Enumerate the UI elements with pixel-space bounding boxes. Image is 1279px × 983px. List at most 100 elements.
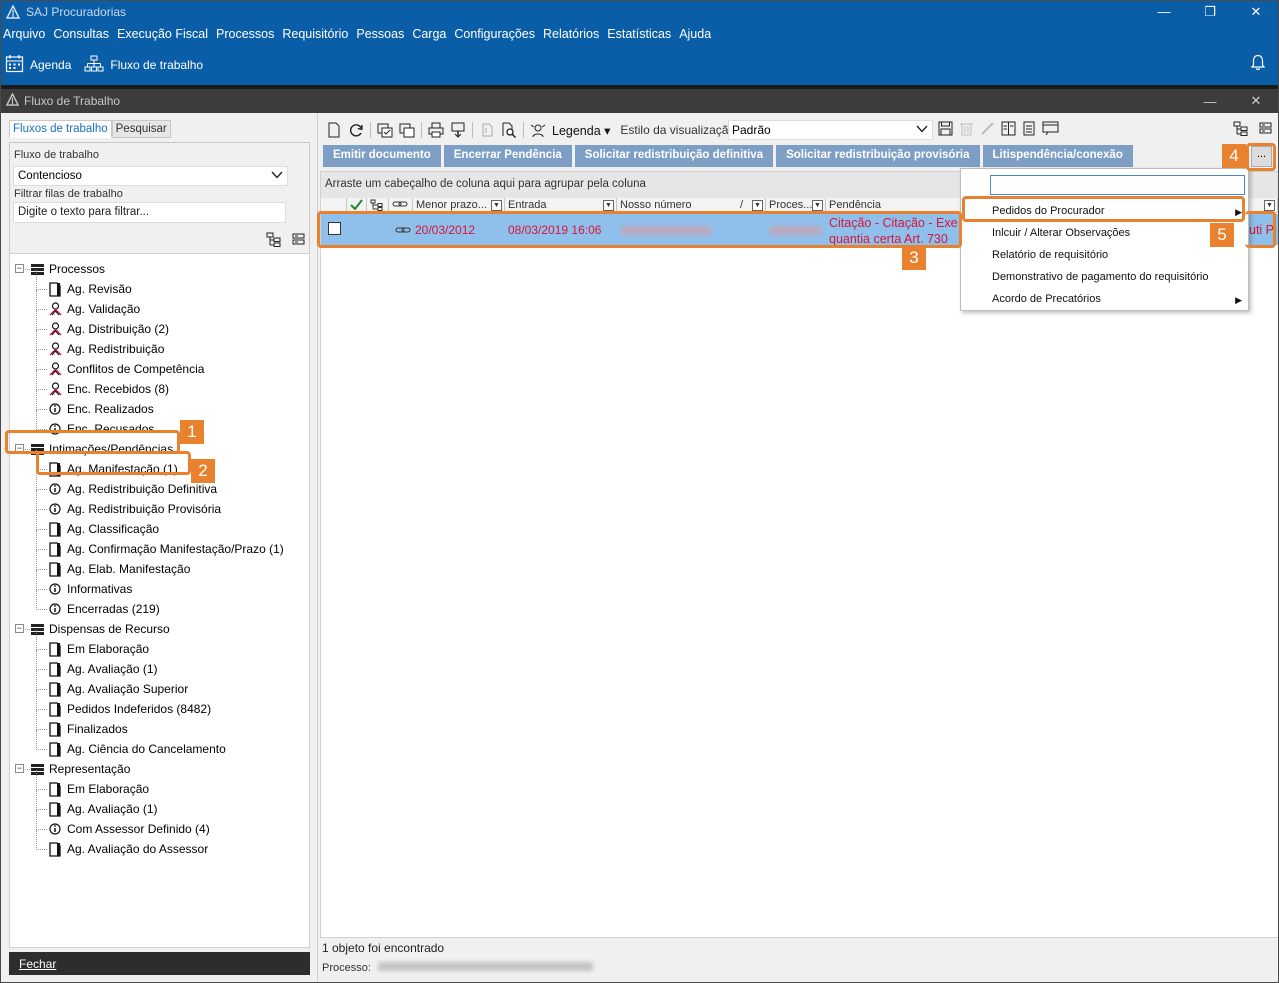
select-all-icon[interactable]: [377, 122, 393, 138]
action-bar: Emitir documento Encerrar Pendência Soli…: [320, 145, 1133, 167]
filter-dropdown-icon[interactable]: ▼: [491, 200, 502, 211]
litispendencia-button[interactable]: Litispendência/conexão: [982, 145, 1133, 167]
search-document-icon[interactable]: [501, 122, 517, 138]
expand-tree-icon[interactable]: [266, 232, 282, 250]
redistribuicao-definitiva-button[interactable]: Solicitar redistribuição definitiva: [574, 145, 774, 167]
columns-icon[interactable]: [1001, 121, 1016, 139]
new-document-icon[interactable]: [326, 122, 342, 138]
collapse-groups-icon[interactable]: [1259, 121, 1273, 139]
copy-icon[interactable]: [399, 122, 415, 138]
filter-dropdown-icon[interactable]: ▼: [1264, 200, 1275, 211]
tree-item[interactable]: Ag. Avaliação (1): [48, 800, 158, 818]
tree-item[interactable]: Ag. Avaliação (1): [48, 660, 158, 678]
menu-consultas[interactable]: Consultas: [49, 27, 113, 41]
tree-group-item[interactable]: Dispensas de Recurso: [30, 620, 170, 638]
fluxo-shortcut[interactable]: Fluxo de trabalho: [84, 55, 203, 76]
print-icon[interactable]: [428, 122, 444, 138]
tree-item[interactable]: Encerradas (219): [48, 600, 160, 618]
person-icon: [48, 322, 62, 336]
menu-pessoas[interactable]: Pessoas: [352, 27, 408, 41]
tab-fluxos-de-trabalho[interactable]: Fluxos de trabalho: [9, 120, 112, 138]
menor-prazo-header-label: Menor prazo...: [416, 199, 487, 211]
tree-item-label: Em Elaboração: [67, 642, 150, 656]
report-icon[interactable]: [1022, 121, 1036, 139]
tree-connector: [36, 670, 37, 690]
tree-item[interactable]: Pedidos Indeferidos (8482): [48, 700, 211, 718]
tree-item[interactable]: Ag. Avaliação Superior: [48, 680, 188, 698]
tree-item[interactable]: Em Elaboração: [48, 780, 149, 798]
tree-group-item[interactable]: Processos: [30, 260, 105, 278]
sort-indicator: /: [739, 199, 743, 211]
tree-item[interactable]: Finalizados: [48, 720, 128, 738]
tree-item-label: Ag. Distribuição (2): [67, 322, 170, 336]
tree-item[interactable]: Ag. Redistribuição: [48, 340, 164, 358]
tree-item[interactable]: Ag. Revisão: [48, 280, 132, 298]
legenda-dropdown[interactable]: Legenda ▾: [552, 123, 610, 138]
close-button[interactable]: ✕: [1233, 0, 1279, 23]
filter-input[interactable]: Digite o texto para filtrar...: [13, 202, 286, 223]
menu-processos[interactable]: Processos: [212, 27, 278, 41]
menu-item-acordo-precatorios[interactable]: Acordo de Precatórios: [992, 293, 1101, 305]
menu-ajuda[interactable]: Ajuda: [675, 27, 715, 41]
menu-relatorios[interactable]: Relatórios: [539, 27, 603, 41]
tree-connector: [36, 530, 37, 550]
window-minimize-button[interactable]: —: [1187, 89, 1233, 113]
tree-item[interactable]: Enc. Realizados: [48, 400, 154, 418]
collapse-toggle-icon[interactable]: −: [15, 764, 24, 773]
tree-item[interactable]: Em Elaboração: [48, 640, 149, 658]
fluxo-select[interactable]: Contencioso: [13, 166, 288, 186]
refresh-icon[interactable]: [348, 122, 364, 138]
menu-estatisticas[interactable]: Estatísticas: [603, 27, 675, 41]
menu-search-input[interactable]: [990, 175, 1245, 195]
tree-item[interactable]: Ag. Confirmação Manifestação/Prazo (1): [48, 540, 284, 558]
tree-item[interactable]: Ag. Distribuição (2): [48, 320, 169, 338]
layout-icon[interactable]: [1042, 121, 1059, 139]
tree-group-item[interactable]: Representação: [30, 760, 130, 778]
tree-item[interactable]: Enc. Recebidos (8): [48, 380, 169, 398]
agenda-shortcut[interactable]: Agenda: [5, 54, 71, 76]
list-icon: [30, 622, 44, 636]
tree-connector: [36, 669, 47, 670]
menu-item-relatorio-requisitorio[interactable]: Relatório de requisitório: [992, 249, 1108, 261]
tab-pesquisar[interactable]: Pesquisar: [111, 120, 171, 138]
filter-dropdown-icon[interactable]: ▼: [752, 200, 763, 211]
emitir-documento-button[interactable]: Emitir documento: [323, 145, 441, 167]
expand-groups-icon[interactable]: [1233, 121, 1249, 139]
save-icon[interactable]: [938, 121, 953, 139]
fechar-button[interactable]: Fechar: [9, 952, 310, 975]
menu-item-observacoes[interactable]: Inlcuir / Alterar Observações: [992, 227, 1130, 239]
menu-requisitorio[interactable]: Requisitório: [278, 27, 352, 41]
tree-item[interactable]: Conflitos de Competência: [48, 360, 204, 378]
legend-icon[interactable]: [530, 122, 546, 138]
restore-button[interactable]: ❐: [1187, 0, 1233, 23]
menu-arquivo[interactable]: Arquivo: [0, 27, 49, 41]
collapse-tree-icon[interactable]: [292, 232, 306, 250]
encerrar-pendencia-button[interactable]: Encerrar Pendência: [443, 145, 572, 167]
menu-carga[interactable]: Carga: [408, 27, 450, 41]
filter-dropdown-icon[interactable]: ▼: [603, 200, 614, 211]
estilo-select[interactable]: Padrão: [728, 120, 933, 140]
menu-execucao-fiscal[interactable]: Execução Fiscal: [113, 27, 212, 41]
tree-item[interactable]: Ag. Classificação: [48, 520, 159, 538]
redistribuicao-provisoria-button[interactable]: Solicitar redistribuição provisória: [776, 145, 980, 167]
tree-item[interactable]: Ag. Avaliação do Assessor: [48, 840, 208, 858]
bell-icon[interactable]: [1250, 54, 1266, 74]
collapse-toggle-icon[interactable]: −: [15, 264, 24, 273]
tree-item[interactable]: Ag. Redistribuição Provisória: [48, 500, 221, 518]
tree-item[interactable]: Ag. Elab. Manifestação: [48, 560, 190, 578]
menu-configuracoes[interactable]: Configurações: [450, 27, 539, 41]
tree-item[interactable]: Ag. Validação: [48, 300, 140, 318]
document-icon: [48, 841, 62, 857]
collapse-toggle-icon[interactable]: −: [15, 624, 24, 633]
document-icon: [48, 281, 62, 297]
tree-item[interactable]: Informativas: [48, 580, 132, 598]
tree-item[interactable]: Com Assessor Definido (4): [48, 820, 210, 838]
tree-item[interactable]: Ag. Ciência do Cancelamento: [48, 740, 226, 758]
window-close-button[interactable]: ✕: [1233, 89, 1279, 113]
export-icon[interactable]: [450, 122, 466, 138]
minimize-button[interactable]: —: [1141, 0, 1187, 23]
tree-connector: [36, 369, 47, 370]
filter-dropdown-icon[interactable]: ▼: [812, 200, 823, 211]
menu-item-demonstrativo-pagamento[interactable]: Demonstrativo de pagamento do requisitór…: [992, 271, 1208, 283]
person-icon: [48, 302, 62, 316]
